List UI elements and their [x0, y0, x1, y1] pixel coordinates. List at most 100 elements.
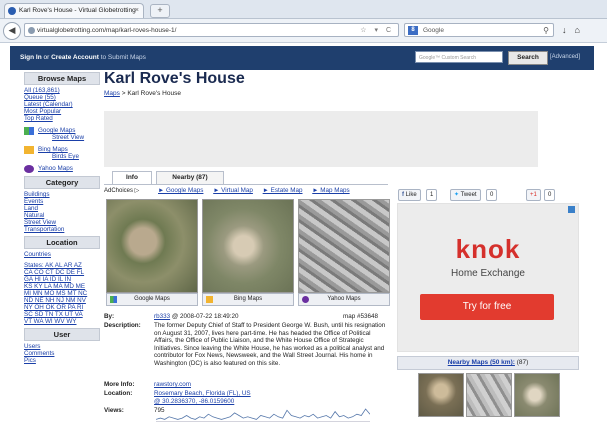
nearby-maps-link[interactable]: Nearby Maps (50 km):	[448, 359, 515, 366]
pics-link[interactable]: Pics	[24, 357, 100, 364]
coordinates-link[interactable]: @ 30.2836370, -86.0159600	[154, 398, 234, 405]
states-row[interactable]: CA CO CT DC DE FL	[24, 269, 100, 276]
category-events[interactable]: Events	[24, 198, 100, 205]
author-link[interactable]: rb333	[154, 313, 170, 320]
tweet-button[interactable]: ✦ Tweet	[450, 189, 481, 201]
close-tab-icon[interactable]: ×	[135, 4, 139, 18]
street-view-link[interactable]: Street View	[38, 134, 100, 141]
browse-link-top-rated[interactable]: Top Rated	[24, 115, 100, 122]
states-row[interactable]: MI MN MO MS MT NC	[24, 290, 100, 297]
like-label: Like	[405, 192, 417, 198]
try-for-free-button[interactable]: Try for free	[420, 294, 554, 320]
bing-map-thumbnail[interactable]	[202, 199, 294, 293]
users-link[interactable]: Users	[24, 343, 100, 350]
views-sparkline	[156, 408, 370, 422]
post-date: @ 2008-07-22 18:49:20	[171, 313, 239, 320]
service-yahoo: Yahoo Maps	[24, 165, 100, 173]
nearby-map-thumbnail[interactable]	[514, 373, 560, 417]
ad-info-icon[interactable]	[568, 206, 575, 213]
reload-icon[interactable]: ☆ ▾ C	[360, 24, 394, 38]
nearby-map-thumbnail[interactable]	[466, 373, 512, 417]
knok-advertisement[interactable]: knok Home Exchange Try for free	[397, 203, 579, 352]
browse-links: All (163,861) Queue (55) Latest (Calenda…	[24, 87, 100, 122]
category-transportation[interactable]: Transportation	[24, 226, 100, 233]
nearby-map-thumbnail[interactable]	[418, 373, 464, 417]
yahoo-maps-link[interactable]: Yahoo Maps	[38, 165, 100, 172]
adchoices-label[interactable]: AdChoices ▷	[104, 187, 139, 194]
category-street-view[interactable]: Street View	[24, 219, 100, 226]
states-row[interactable]: KS KY LA MA MD ME	[24, 283, 100, 290]
user-heading: User	[24, 328, 100, 341]
sign-in-link[interactable]: Sign In	[20, 54, 42, 61]
description-label: Description:	[104, 322, 141, 329]
more-info-link[interactable]: rawstory.com	[154, 381, 390, 389]
tab-nearby[interactable]: Nearby (87)	[156, 171, 224, 184]
breadcrumb: Maps > Karl Rove's House	[104, 90, 181, 97]
create-account-link[interactable]: Create Account	[51, 54, 99, 61]
browse-link-all[interactable]: All (163,861)	[24, 87, 100, 94]
facebook-like-button[interactable]: f Like	[398, 189, 421, 201]
back-button[interactable]: ◀	[3, 22, 21, 40]
search-icon[interactable]: ⚲	[543, 24, 549, 38]
states-row[interactable]: States: AK AL AR AZ	[24, 262, 100, 269]
tab-info[interactable]: Info	[112, 171, 152, 184]
map-number: map #53648	[343, 313, 379, 320]
category-heading: Category	[24, 176, 100, 189]
states-row[interactable]: NY OH OK OR PA RI	[24, 304, 100, 311]
advanced-search-link[interactable]: [Advanced]	[550, 54, 580, 60]
site-identity-icon[interactable]	[28, 27, 35, 34]
browse-link-latest[interactable]: Latest (Calendar)	[24, 101, 100, 108]
yahoo-maps-button[interactable]: Yahoo Maps	[298, 293, 390, 306]
ad-link-virtual-map[interactable]: ► Virtual Map	[213, 187, 253, 194]
birds-eye-link[interactable]: Birds Eye	[38, 153, 100, 160]
user-links: Users Comments Pics	[24, 343, 100, 364]
google-map-thumbnail[interactable]	[106, 199, 198, 293]
nearby-maps-header: Nearby Maps (50 km): (87)	[397, 356, 579, 370]
category-buildings[interactable]: Buildings	[24, 191, 100, 198]
countries-link[interactable]: Countries	[24, 251, 100, 258]
browse-link-popular[interactable]: Most Popular	[24, 108, 100, 115]
ad-link-map-maps[interactable]: ► Map Maps	[312, 187, 349, 194]
tweet-count: 0	[486, 189, 498, 201]
ad-tagline: Home Exchange	[451, 268, 525, 279]
category-land[interactable]: Land	[24, 205, 100, 212]
site-search-button[interactable]: Search	[508, 51, 548, 65]
browse-link-queue[interactable]: Queue (55)	[24, 94, 100, 101]
states-row[interactable]: ND NE NH NJ NM NV	[24, 297, 100, 304]
comments-link[interactable]: Comments	[24, 350, 100, 357]
address-bar[interactable]: virtualglobetrotting.com/map/karl-roves-…	[24, 23, 399, 37]
site-search-input[interactable]: Google™ Custom Search	[415, 51, 503, 63]
location-links: Countries States: AK AL AR AZ CA CO CT D…	[24, 251, 100, 325]
location-link[interactable]: Rosemary Beach, Florida (FL), US	[154, 390, 251, 397]
google-engine-icon[interactable]: 8	[408, 26, 418, 35]
google-maps-link[interactable]: Google Maps	[38, 127, 100, 134]
yahoo-maps-icon	[302, 296, 309, 303]
ad-link-google-maps[interactable]: ► Google Maps	[158, 187, 203, 194]
yahoo-map-thumbnail[interactable]	[298, 199, 390, 293]
google-maps-button[interactable]: Google Maps	[106, 293, 198, 306]
browser-tab[interactable]: Karl Rove's House - Virtual Globetrottin…	[4, 3, 144, 18]
states-row[interactable]: GA HI IA ID IL IN	[24, 276, 100, 283]
category-natural[interactable]: Natural	[24, 212, 100, 219]
new-tab-button[interactable]: +	[150, 4, 170, 18]
location-value: Rosemary Beach, Florida (FL), US @ 30.28…	[154, 390, 390, 405]
bing-maps-button[interactable]: Bing Maps	[202, 293, 294, 306]
address-text: virtualglobetrotting.com/map/karl-roves-…	[37, 27, 177, 34]
submit-maps-text: to Submit Maps	[100, 54, 146, 61]
facebook-icon: f	[402, 192, 404, 198]
yahoo-maps-icon	[24, 165, 34, 173]
by-label: By:	[104, 313, 115, 320]
home-icon[interactable]: ⌂	[575, 25, 588, 35]
tweet-label: Tweet	[460, 192, 477, 198]
breadcrumb-maps-link[interactable]: Maps	[104, 90, 120, 97]
states-row[interactable]: VT WA WI WV WY	[24, 318, 100, 325]
ad-link-estate-map[interactable]: ► Estate Map	[263, 187, 303, 194]
download-icon[interactable]: ↓	[562, 25, 575, 35]
browser-search-box[interactable]: 8 Google ⚲	[404, 23, 554, 37]
or-text: or	[43, 54, 50, 61]
location-label: Location:	[104, 390, 133, 397]
ad-links: ► Google Maps ► Virtual Map ► Estate Map…	[158, 187, 358, 194]
bing-maps-link[interactable]: Bing Maps	[38, 146, 100, 153]
plus-one-button[interactable]: +1	[526, 189, 541, 201]
states-row[interactable]: SC SD TN TX UT VA	[24, 311, 100, 318]
